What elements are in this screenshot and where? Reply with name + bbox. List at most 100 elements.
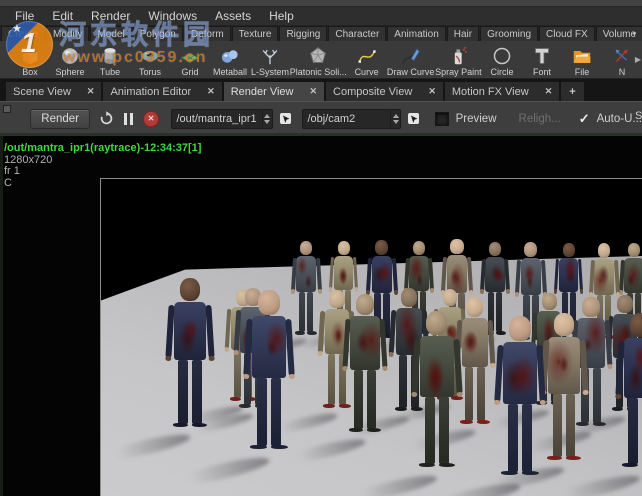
pause-render-icon[interactable] <box>124 112 134 125</box>
zombie-torso <box>334 255 354 291</box>
menu-render[interactable]: Render <box>82 7 139 25</box>
shelf-tab-create[interactable]: Create <box>1 26 46 41</box>
render-frame: fr 1 <box>4 165 20 177</box>
shelf-tab-character[interactable]: Character <box>328 26 387 41</box>
menu-assets[interactable]: Assets <box>206 7 260 25</box>
menu-windows[interactable]: Windows <box>139 7 206 25</box>
shelf-tab-animation[interactable]: Animation <box>387 26 446 41</box>
platonic-icon <box>307 46 329 67</box>
tool-label: Grid <box>181 66 199 77</box>
zombie-head <box>466 297 484 317</box>
shelf-tab-rigging[interactable]: Rigging <box>279 26 328 41</box>
pane-tab-motion-fx-view[interactable]: Motion FX View ✕ <box>444 82 560 101</box>
sphere-icon <box>59 46 81 67</box>
shelf-tab-cloud-fx[interactable]: Cloud FX <box>539 26 595 41</box>
menu-file[interactable]: File <box>6 7 43 25</box>
close-tab-icon[interactable]: ✕ <box>87 86 95 97</box>
tool-label: Platonic Soli... <box>289 66 347 77</box>
close-tab-icon[interactable]: ✕ <box>309 86 317 97</box>
zombie-figure <box>493 316 547 488</box>
pane-handle[interactable] <box>3 105 11 113</box>
tool-metaball[interactable]: Metaball <box>210 43 250 77</box>
file-icon <box>571 46 593 67</box>
zombie-feet <box>619 463 642 467</box>
rop-node-picker-icon[interactable] <box>279 112 293 126</box>
torus-icon <box>139 46 161 67</box>
camera-spinner[interactable] <box>390 110 400 127</box>
camera-path-field[interactable]: /obj/cam2 <box>301 108 402 129</box>
tool-label: File <box>574 66 590 77</box>
shelf-scroll-right-icon[interactable]: ▶ <box>635 55 641 64</box>
zombie-head <box>258 290 280 315</box>
render-viewport[interactable]: /out/mantra_ipr1(raytrace)-12:34:37[1] 1… <box>0 133 642 496</box>
close-tab-icon[interactable]: ✕ <box>207 86 215 97</box>
pane-tab-scene-view[interactable]: Scene View ✕ <box>6 82 102 101</box>
shelf-tab-bar: Create Modify Model Polygon Deform Texture Rig… <box>0 25 642 41</box>
zombie-arm <box>205 304 215 361</box>
pane-tab-composite-view[interactable]: Composite View ✕ <box>326 82 443 101</box>
close-tab-icon[interactable]: ✕ <box>545 86 553 97</box>
clipped-toolbar-item[interactable]: S <box>635 110 642 126</box>
render-button[interactable]: Render <box>30 108 91 129</box>
close-tab-icon[interactable]: ✕ <box>428 86 436 97</box>
render-resolution: 1280x720 <box>4 153 53 166</box>
shelf-tab-grooming[interactable]: Grooming <box>480 26 538 41</box>
tool-l-system[interactable]: L-System <box>250 43 290 77</box>
zombie-arm <box>428 257 434 293</box>
zombie-legs <box>421 396 452 464</box>
shelf-tab-texture[interactable]: Texture <box>231 26 279 41</box>
shelf-tab-model[interactable]: Model <box>90 26 132 41</box>
tool-file[interactable]: File <box>562 43 602 77</box>
shelf-tab-deform[interactable]: Deform <box>183 26 231 41</box>
tool-circle[interactable]: Circle <box>482 43 522 77</box>
rop-path-field[interactable]: /out/mantra_ipr1 <box>170 108 273 129</box>
tool-label: Spray Paint <box>435 66 482 77</box>
re-render-icon[interactable] <box>99 111 114 126</box>
preview-checkbox[interactable] <box>435 111 449 126</box>
tool-grid[interactable]: Grid <box>170 43 210 77</box>
zombie-head <box>412 241 426 256</box>
menu-help[interactable]: Help <box>260 7 303 25</box>
zombie-head <box>426 311 448 336</box>
zombie-head <box>299 241 313 256</box>
tool-draw-curve[interactable]: Draw Curve <box>387 43 435 77</box>
tool-curve[interactable]: Curve <box>347 43 387 77</box>
shelf-tab-modify[interactable]: Modify <box>46 26 90 41</box>
pane-tab-render-view[interactable]: Render View ✕ <box>223 82 325 101</box>
tool-spray-paint[interactable]: Spray Paint <box>435 43 482 77</box>
tool-torus[interactable]: Torus <box>130 43 170 77</box>
zombie-head <box>355 294 375 316</box>
zombie-feet <box>498 471 541 476</box>
tool-tube[interactable]: Tube <box>90 43 130 77</box>
zombie-legs <box>504 403 536 473</box>
tool-label: Metaball <box>212 66 248 77</box>
tool-label: Tube <box>99 66 121 77</box>
zombie-head <box>509 316 531 341</box>
tool-font[interactable]: Font <box>522 43 562 77</box>
preview-label[interactable]: Preview <box>456 113 497 125</box>
zombie-arm <box>579 339 589 395</box>
zombie-figure <box>242 290 296 462</box>
pane-tab-bar: Scene View ✕ Animation Editor ✕ Render View ✕… <box>0 79 642 101</box>
pane-tab-add[interactable]: + <box>561 82 584 101</box>
tool-label: Curve <box>354 66 379 77</box>
zombie-torso <box>548 336 580 394</box>
tool-box[interactable]: Box <box>10 43 50 77</box>
stop-render-icon[interactable]: ✕ <box>143 110 159 127</box>
rop-spinner[interactable] <box>261 110 272 127</box>
shelf-tab-polygon[interactable]: Polygon <box>132 26 183 41</box>
relight-label: Religh... <box>518 112 561 125</box>
tool-platonic-soli-[interactable]: Platonic Soli... <box>290 43 347 77</box>
zombie-arm <box>315 257 322 294</box>
pane-tab-animation-editor[interactable]: Animation Editor ✕ <box>103 82 222 101</box>
shelf-tab-hair[interactable]: Hair <box>446 26 480 41</box>
tool-sphere[interactable]: Sphere <box>50 43 90 77</box>
box-icon <box>19 46 41 67</box>
zombie-figure <box>539 313 589 471</box>
zombie-torso <box>446 255 468 294</box>
camera-path-value: /obj/cam2 <box>307 112 356 125</box>
menu-edit[interactable]: Edit <box>43 7 82 25</box>
camera-node-picker-icon[interactable] <box>407 112 421 126</box>
auto-update-checkbox[interactable]: ✓ <box>579 111 590 127</box>
shelf-overflow-icon[interactable]: ▼ <box>631 31 637 38</box>
